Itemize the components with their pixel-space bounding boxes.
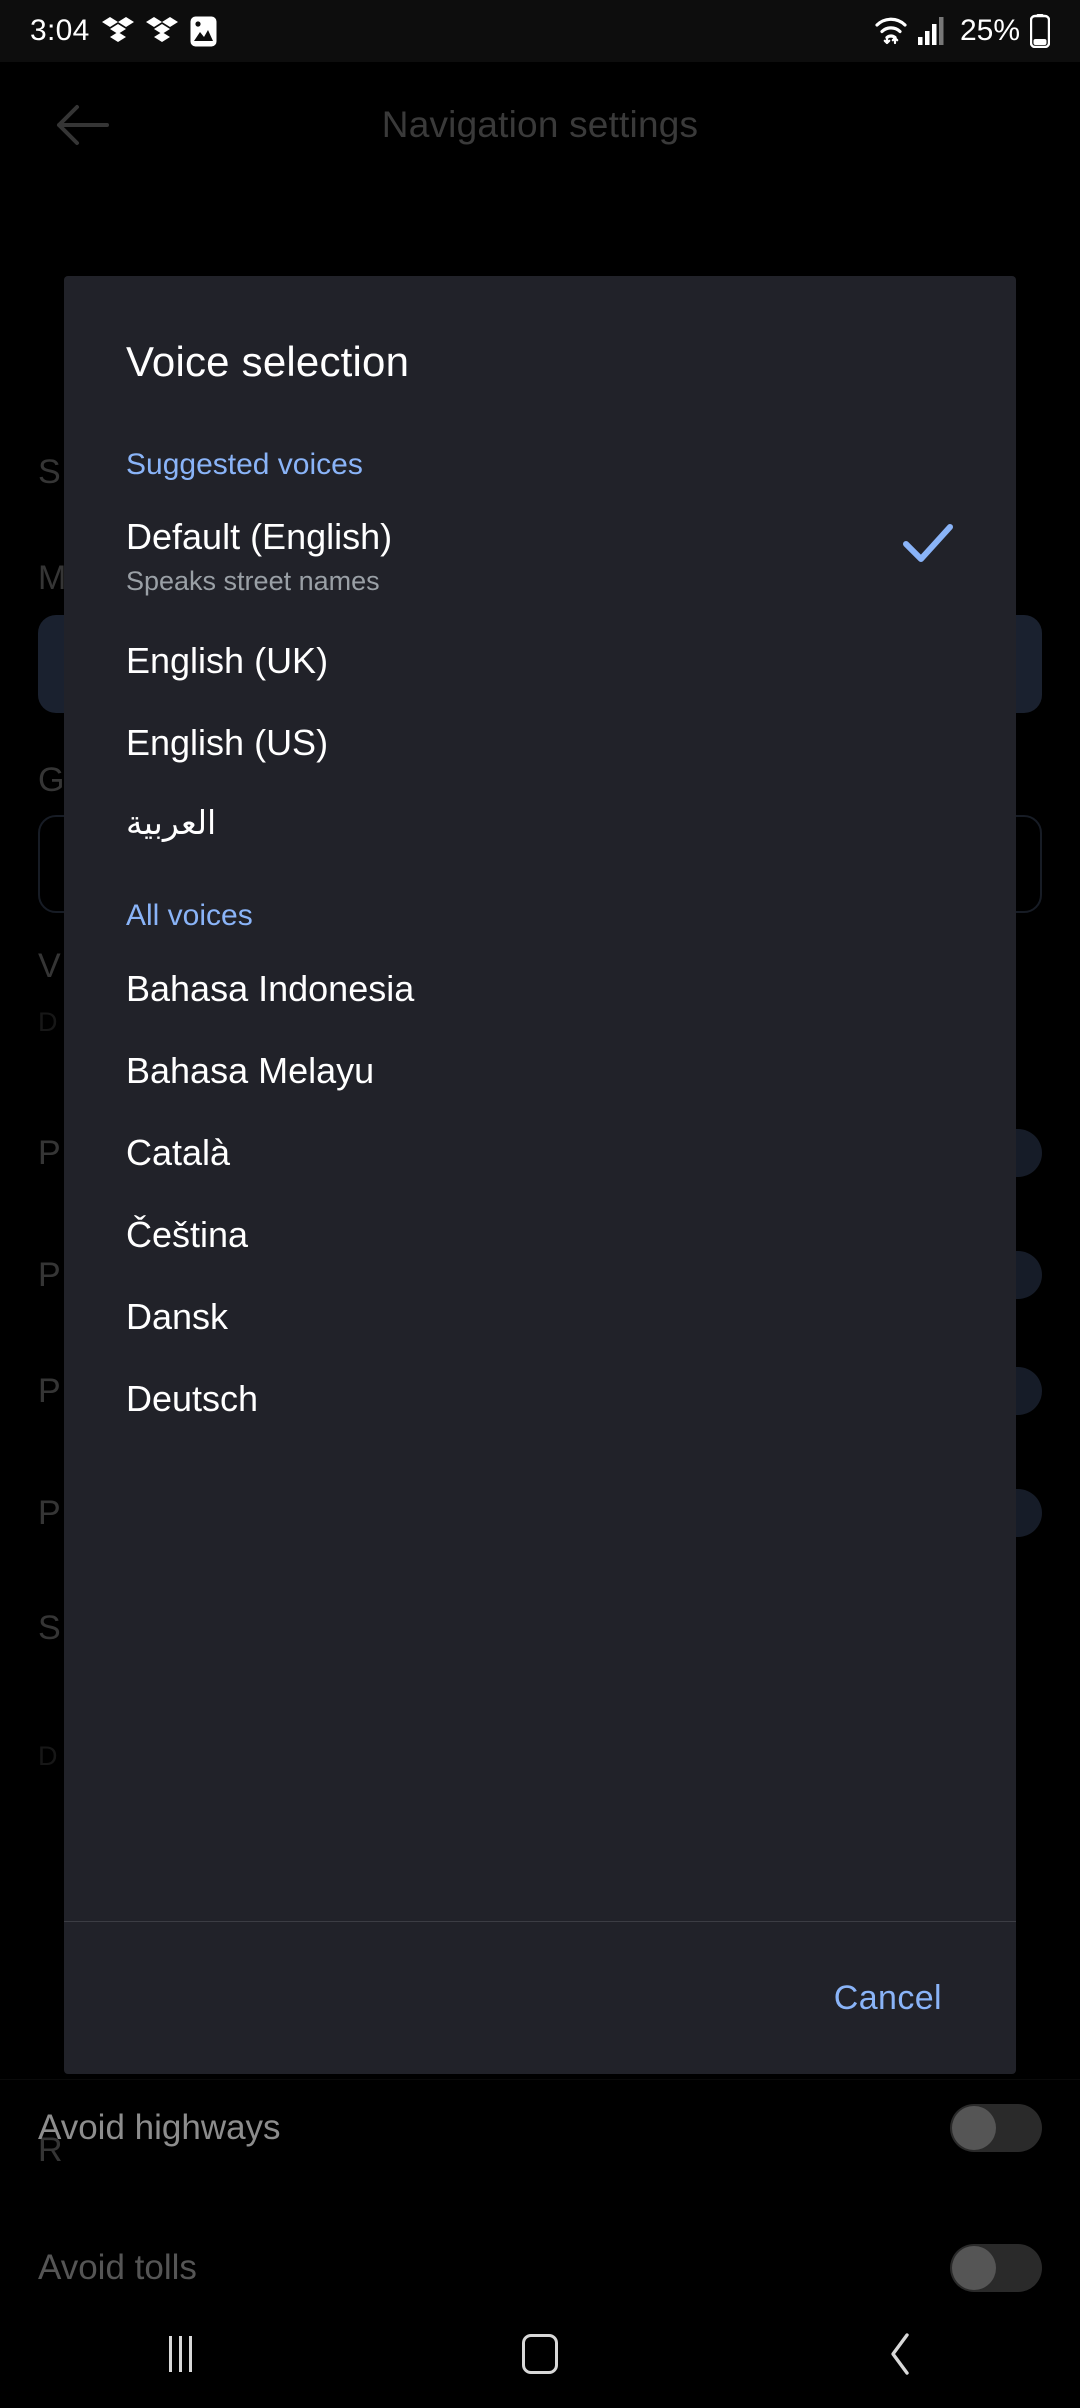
back-icon[interactable] [830,2300,970,2408]
system-navigation-bar [0,2300,1080,2408]
dropbox-icon [101,16,134,46]
voice-item-cestina[interactable]: Čeština [64,1216,1016,1254]
status-bar-right: 25% [874,14,1050,48]
section-header-suggested: Suggested voices [126,448,363,481]
status-clock: 3:04 [30,14,90,47]
avoid-tolls-toggle[interactable] [950,2244,1042,2292]
voice-item-deutsch[interactable]: Deutsch [64,1380,1016,1418]
voice-item-bahasa-indonesia[interactable]: Bahasa Indonesia [64,970,1016,1008]
dropbox-icon [145,16,178,46]
check-icon [902,522,954,569]
voice-item-label: Dansk [126,1296,229,1337]
voice-item-arabic[interactable]: العربية [64,804,1016,841]
voice-item-label: العربية [126,804,217,841]
voice-item-default-english[interactable]: Default (English) Speaks street names [64,518,1016,597]
voice-item-bahasa-melayu[interactable]: Bahasa Melayu [64,1052,1016,1090]
voice-item-label: Bahasa Melayu [126,1050,375,1091]
voice-item-label: Deutsch [126,1378,259,1419]
voice-item-catala[interactable]: Català [64,1134,1016,1172]
dialog-actions: Cancel [64,1922,1016,2074]
voice-item-label: Català [126,1132,231,1173]
voice-item-label: Bahasa Indonesia [126,968,415,1009]
section-header-all-voices: All voices [126,899,253,932]
cellular-signal-icon [917,17,944,45]
voice-selection-dialog: Voice selection Suggested voices Default… [64,276,1016,2074]
voice-item-label: Default (English) [126,516,393,557]
status-bar-left: 3:04 [30,14,217,48]
setting-label: Avoid highways [38,2108,281,2147]
voice-item-dansk[interactable]: Dansk [64,1298,1016,1336]
status-bar: 3:04 25% [0,0,1080,62]
setting-row-avoid-highways[interactable]: Avoid highways [38,2104,1042,2152]
home-icon[interactable] [470,2300,610,2408]
image-icon [190,16,217,47]
dialog-title: Voice selection [126,338,410,385]
voice-item-subtitle: Speaks street names [126,565,380,596]
voice-item-label: English (US) [126,722,329,763]
wifi-icon [874,16,908,46]
battery-icon [1030,14,1050,48]
cancel-button[interactable]: Cancel [816,1963,960,2034]
voice-item-label: English (UK) [126,640,329,681]
voice-item-label: Čeština [126,1214,249,1255]
setting-row-avoid-tolls[interactable]: Avoid tolls [38,2244,1042,2292]
voice-item-english-us[interactable]: English (US) [64,724,1016,762]
voice-list[interactable]: Suggested voices Default (English) Speak… [64,418,1016,1921]
avoid-highways-toggle[interactable] [950,2104,1042,2152]
setting-label: Avoid tolls [38,2248,197,2287]
recents-icon[interactable] [110,2300,250,2408]
voice-item-english-uk[interactable]: English (UK) [64,642,1016,680]
battery-percentage: 25% [959,14,1020,47]
